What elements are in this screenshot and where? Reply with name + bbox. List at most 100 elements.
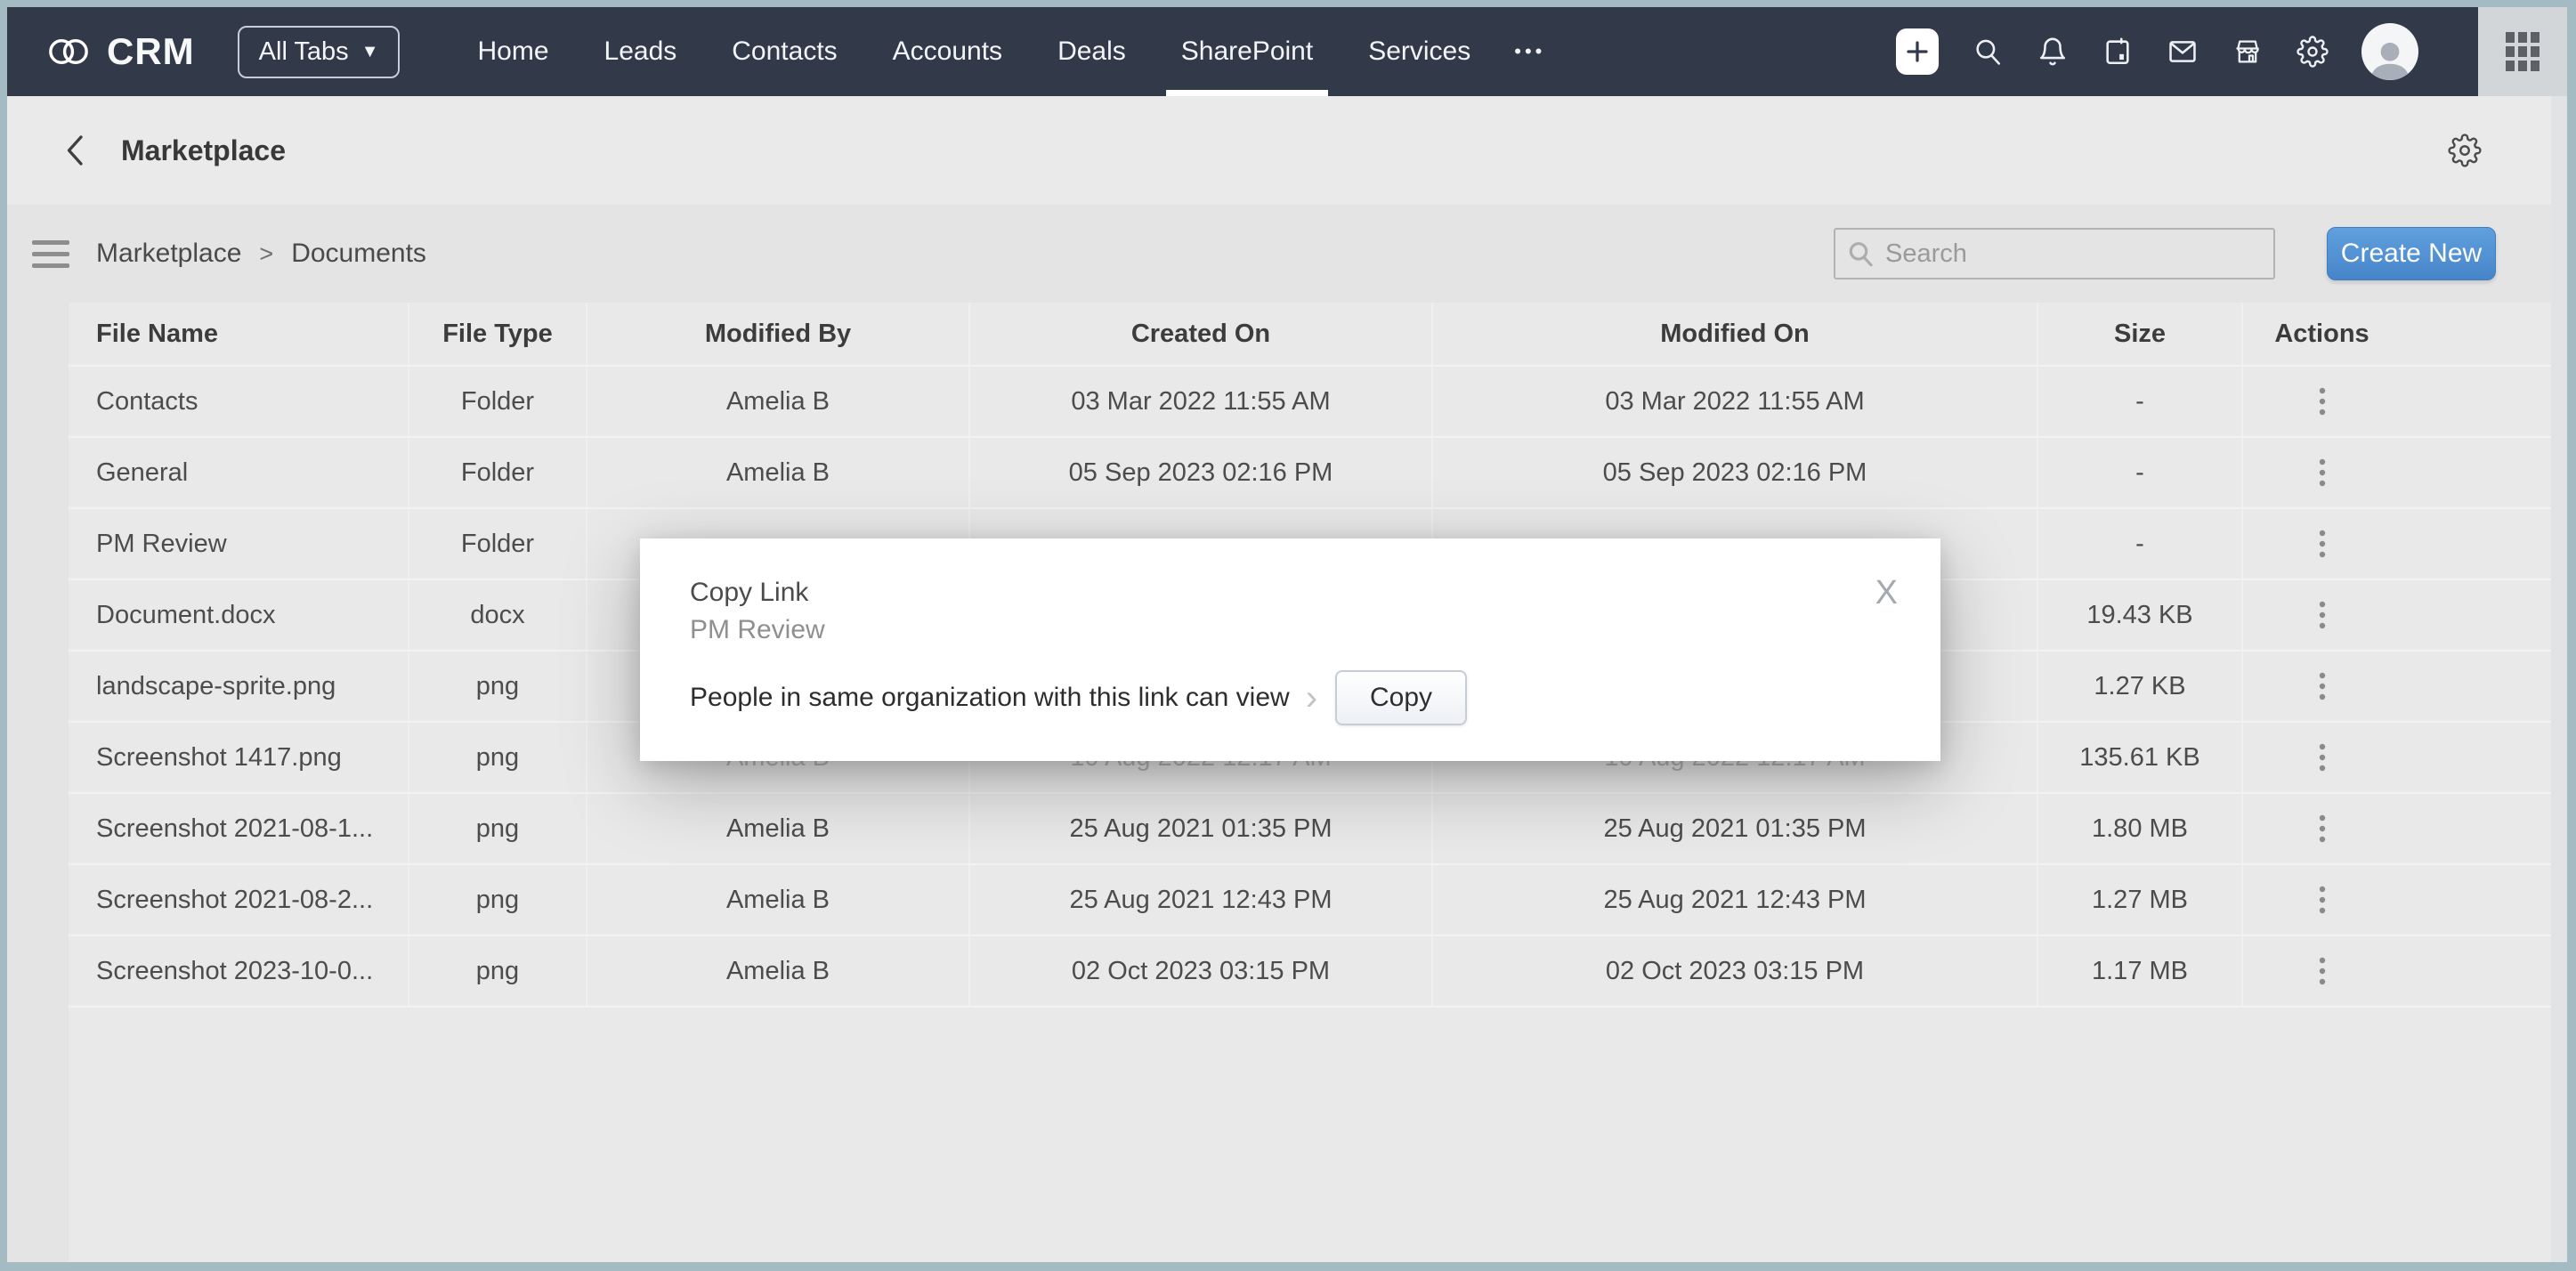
user-avatar[interactable] (2361, 23, 2418, 80)
brand-logo[interactable]: CRM (45, 30, 195, 73)
quick-create-button[interactable] (1896, 28, 1939, 75)
top-nav: CRM All Tabs ▼ HomeLeads Contacts Accounts… (7, 7, 2567, 96)
cell-actions (2243, 367, 2401, 436)
cell-file-name: Screenshot 2021-08-1... (69, 794, 409, 863)
nav-item-label: Contacts (732, 36, 837, 67)
cell-file-type: png (409, 865, 587, 935)
cell-file-type: docx (409, 580, 587, 650)
nav-right-icons (1896, 7, 2567, 96)
copy-button[interactable]: Copy (1335, 670, 1467, 725)
breadcrumb-marketplace[interactable]: Marketplace (96, 239, 241, 269)
notifications-button[interactable] (2037, 36, 2069, 68)
cell-actions (2243, 865, 2401, 935)
table-row[interactable]: Contacts Folder Amelia B 03 Mar 2022 11:… (69, 367, 2556, 438)
nav-item-home[interactable]: Home (450, 7, 576, 96)
cell-size: - (2038, 509, 2243, 579)
nav-item-accounts[interactable]: Accounts (865, 7, 1030, 96)
cell-file-type: Folder (409, 367, 587, 436)
cell-file-name: PM Review (69, 509, 409, 579)
mail-button[interactable] (2167, 36, 2199, 68)
calendar-button[interactable] (2102, 36, 2134, 68)
table-header-row: File Name File Type Modified By Created … (69, 303, 2556, 367)
breadcrumb-documents[interactable]: Documents (291, 239, 426, 269)
search-icon (1846, 239, 1875, 268)
nav-item-leads[interactable]: Leads (577, 7, 705, 96)
nav-item-services[interactable]: Services (1341, 7, 1498, 96)
cell-actions (2243, 509, 2401, 579)
cell-actions (2243, 652, 2401, 721)
row-actions-kebab-icon[interactable] (2303, 453, 2342, 492)
plus-icon (1904, 38, 1931, 65)
page-title: Marketplace (121, 134, 286, 167)
table-row[interactable]: General Folder Amelia B 05 Sep 2023 02:1… (69, 438, 2556, 509)
brand-name: CRM (107, 30, 195, 73)
cell-file-name: Screenshot 2023-10-0... (69, 936, 409, 1006)
copy-link-modal: Copy Link PM Review X People in same org… (640, 538, 1940, 761)
create-new-button[interactable]: Create New (2327, 227, 2496, 280)
zoho-rings-icon (45, 34, 93, 69)
nav-item-contacts[interactable]: Contacts (704, 7, 864, 96)
avatar-person-icon (2366, 36, 2414, 80)
cell-file-type: png (409, 652, 587, 721)
row-actions-kebab-icon[interactable] (2303, 880, 2342, 919)
cell-actions (2243, 936, 2401, 1006)
column-header-modified-by: Modified By (587, 303, 970, 365)
row-actions-kebab-icon[interactable] (2303, 595, 2342, 635)
cell-modified-on: 05 Sep 2023 02:16 PM (1433, 438, 2038, 507)
apps-launcher-button[interactable] (2478, 7, 2567, 96)
row-actions-kebab-icon[interactable] (2303, 738, 2342, 777)
mail-icon (2167, 36, 2198, 67)
column-header-created-on: Created On (970, 303, 1433, 365)
table-row[interactable]: Screenshot 2021-08-1... png Amelia B 25 … (69, 794, 2556, 865)
chevron-right-icon[interactable]: › (1306, 680, 1317, 716)
store-icon (2232, 36, 2263, 67)
cell-actions (2243, 794, 2401, 863)
nav-item-label: Deals (1057, 36, 1126, 67)
nav-item-sharepoint[interactable]: SharePoint (1154, 7, 1341, 96)
row-actions-kebab-icon[interactable] (2303, 809, 2342, 848)
search-button[interactable] (1972, 36, 2004, 68)
column-header-file-type: File Type (409, 303, 587, 365)
breadcrumb-separator: > (259, 240, 273, 268)
row-actions-kebab-icon[interactable] (2303, 667, 2342, 706)
column-header-modified-on: Modified On (1433, 303, 2038, 365)
cell-file-type: Folder (409, 509, 587, 579)
cell-file-type: Folder (409, 438, 587, 507)
gear-icon (2297, 36, 2329, 68)
cell-modified-on: 25 Aug 2021 12:43 PM (1433, 865, 2038, 935)
cell-modified-by: Amelia B (587, 936, 970, 1006)
row-actions-kebab-icon[interactable] (2303, 524, 2342, 563)
cell-file-name: General (69, 438, 409, 507)
main-content: Marketplace Marketplace > Documents Crea… (7, 96, 2567, 1262)
page-header: Marketplace (7, 96, 2567, 205)
calendar-icon (2102, 36, 2133, 67)
bell-icon (2037, 36, 2068, 67)
all-tabs-button[interactable]: All Tabs ▼ (238, 26, 401, 78)
row-actions-kebab-icon[interactable] (2303, 382, 2342, 421)
row-actions-kebab-icon[interactable] (2303, 951, 2342, 991)
page-settings-button[interactable] (2448, 134, 2482, 167)
settings-button[interactable] (2297, 36, 2329, 68)
menu-hamburger-icon[interactable] (32, 240, 69, 268)
nav-item-deals[interactable]: Deals (1030, 7, 1154, 96)
gear-icon (2448, 134, 2482, 167)
cell-file-name: Screenshot 1417.png (69, 723, 409, 792)
column-header-size: Size (2038, 303, 2243, 365)
nav-more-button[interactable]: ••• (1498, 40, 1561, 63)
cell-size: 135.61 KB (2038, 723, 2243, 792)
cell-size: 1.27 MB (2038, 865, 2243, 935)
cell-created-on: 25 Aug 2021 01:35 PM (970, 794, 1433, 863)
cell-file-name: landscape-sprite.png (69, 652, 409, 721)
vertical-scrollbar[interactable] (2551, 96, 2567, 1262)
back-button[interactable] (64, 133, 94, 168)
table-row[interactable]: Screenshot 2023-10-0... png Amelia B 02 … (69, 936, 2556, 1008)
nav-item-label: Accounts (893, 36, 1002, 67)
search-input[interactable] (1834, 228, 2275, 279)
cell-actions (2243, 438, 2401, 507)
modal-title: Copy Link (690, 578, 808, 608)
close-icon[interactable]: X (1875, 576, 1898, 610)
modal-body: People in same organization with this li… (690, 670, 1467, 725)
marketplace-button[interactable] (2232, 36, 2264, 68)
column-header-file-name: File Name (69, 303, 409, 365)
table-row[interactable]: Screenshot 2021-08-2... png Amelia B 25 … (69, 865, 2556, 936)
